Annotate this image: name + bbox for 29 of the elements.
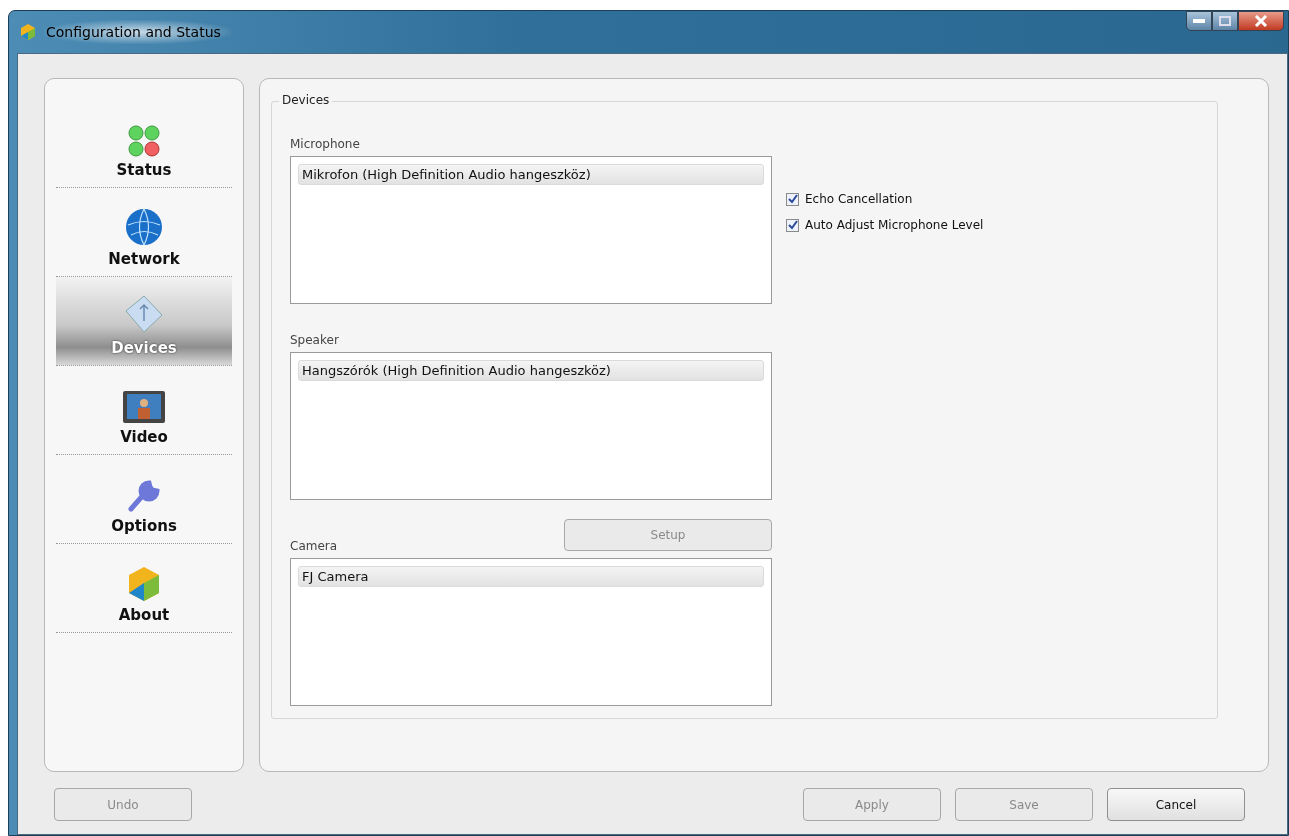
sidebar-item[interactable]: Status — [56, 99, 232, 188]
wrench-icon — [127, 479, 161, 513]
field-label: Microphone — [290, 137, 360, 152]
app-logo-icon — [19, 23, 37, 41]
sidebar-item[interactable]: Video — [56, 366, 232, 455]
dialog-button[interactable]: Cancel — [1107, 788, 1245, 821]
minimize-button[interactable] — [1186, 11, 1212, 31]
close-icon — [1254, 15, 1268, 27]
field-label: Camera — [290, 539, 338, 554]
minimize-icon — [1193, 19, 1205, 23]
field-label: Speaker — [290, 333, 339, 348]
app-logo-icon — [127, 566, 161, 602]
checkbox-option[interactable]: Auto Adjust Microphone Level — [786, 218, 984, 232]
window-title: Configuration and Status — [44, 20, 231, 44]
maximize-button[interactable] — [1212, 11, 1238, 31]
sidebar-item[interactable]: Options — [56, 455, 232, 544]
list-item[interactable]: Mikrofon (High Definition Audio hangeszköz) — [298, 164, 764, 185]
close-button[interactable] — [1238, 11, 1284, 31]
checkbox-option[interactable]: Echo Cancellation — [786, 192, 984, 206]
globe-icon — [125, 208, 163, 246]
status-lights-icon — [128, 125, 160, 157]
checkbox[interactable] — [786, 192, 799, 206]
sidebar-item[interactable]: About — [56, 544, 232, 633]
maximize-icon — [1219, 16, 1231, 26]
checkbox[interactable] — [786, 218, 799, 232]
group-title: Devices — [279, 93, 333, 107]
list-item[interactable]: Hangszórók (High Definition Audio hangeszköz) — [298, 360, 764, 381]
list-item[interactable]: FJ Camera — [298, 566, 764, 587]
video-screen-icon — [122, 390, 166, 424]
